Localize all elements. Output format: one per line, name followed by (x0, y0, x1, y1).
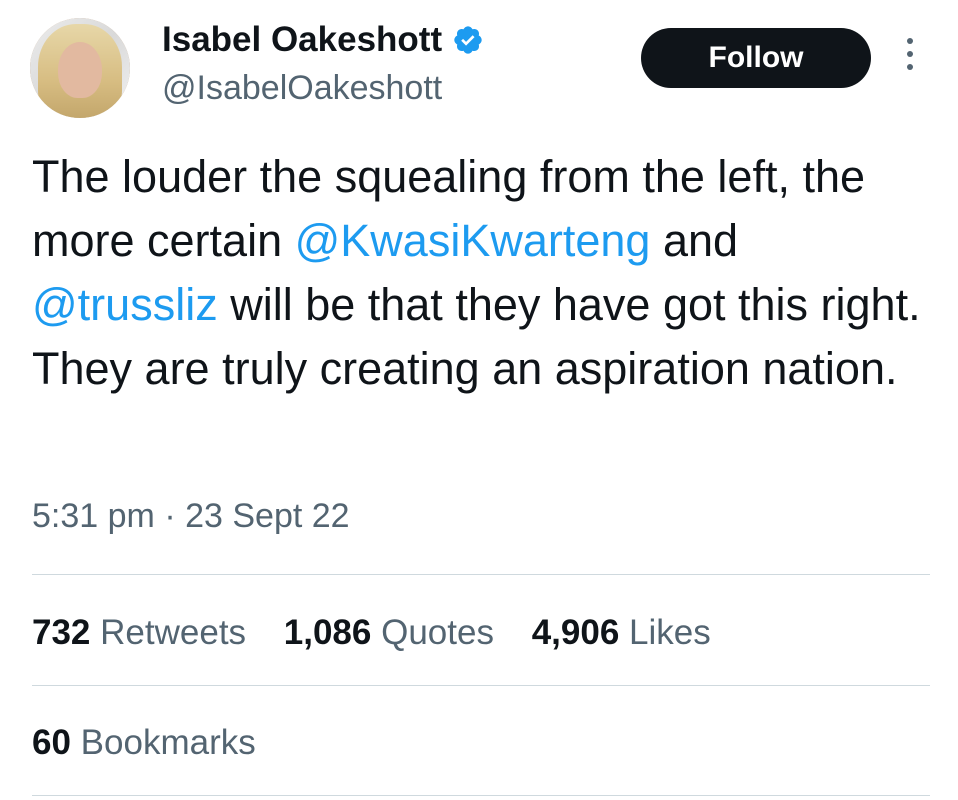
quotes-count: 1,086 (283, 613, 372, 652)
author-name[interactable]: Isabel Oakeshott (162, 20, 442, 60)
tweet-date: 23 Sept 22 (185, 497, 350, 535)
verified-badge-icon (454, 26, 482, 54)
more-dot (907, 38, 913, 44)
divider (32, 685, 930, 686)
divider (32, 574, 930, 575)
tweet-text: The louder the squealing from the left, … (32, 145, 932, 401)
bookmarks-count: 60 (32, 723, 71, 762)
avatar[interactable] (30, 18, 130, 118)
tweet-time: 5:31 pm (32, 497, 155, 535)
tweet-timestamp[interactable]: 5:31 pm · 23 Sept 22 (32, 496, 350, 536)
likes-label: Likes (629, 613, 711, 652)
quotes-label: Quotes (381, 613, 494, 652)
mention-link[interactable]: @KwasiKwarteng (295, 215, 651, 266)
quotes-stat[interactable]: 1,086 Quotes (284, 612, 494, 654)
bookmarks-stat[interactable]: 60 Bookmarks (32, 722, 284, 764)
likes-stat[interactable]: 4,906 Likes (532, 612, 711, 654)
likes-count: 4,906 (531, 613, 620, 652)
tweet-text-part: and (650, 215, 739, 266)
more-dot (907, 64, 913, 70)
follow-button[interactable]: Follow (641, 28, 871, 88)
avatar-face (58, 42, 102, 98)
retweets-label: Retweets (100, 613, 247, 652)
engagement-stats: 732 Retweets 1,086 Quotes 4,906 Likes (32, 612, 739, 654)
retweets-count: 732 (32, 613, 91, 652)
author-handle[interactable]: @IsabelOakeshott (162, 68, 442, 108)
mention-link[interactable]: @trussliz (32, 279, 218, 330)
retweets-stat[interactable]: 732 Retweets (32, 612, 246, 654)
timestamp-separator: · (164, 497, 176, 535)
divider (32, 795, 930, 796)
bookmarks-label: Bookmarks (80, 723, 256, 762)
more-dot (907, 51, 913, 57)
more-options-icon[interactable] (898, 38, 922, 78)
author-name-row: Isabel Oakeshott (162, 20, 484, 60)
